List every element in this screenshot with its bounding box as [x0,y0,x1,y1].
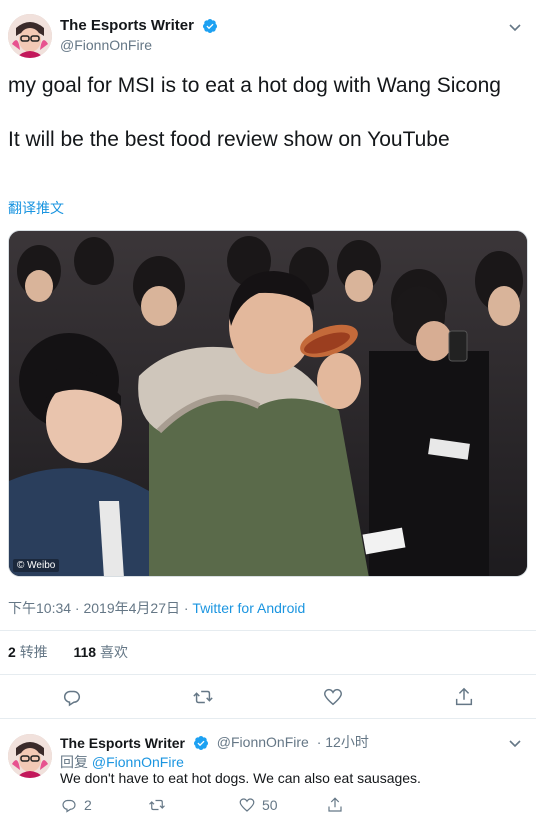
divider [0,718,536,719]
reply-author-name[interactable]: The Esports Writer [60,735,185,751]
tweet-text-line: my goal for MSI is to eat a hot dog with… [8,74,501,97]
reply-share-button[interactable] [326,794,350,815]
reply-icon [62,799,76,813]
reply-icon[interactable] [61,686,83,708]
retweet-count[interactable]: 2 [8,644,16,660]
retweet-icon [149,799,165,811]
avatar[interactable] [8,14,52,58]
author-handle[interactable]: @FionnOnFire [60,37,218,53]
like-icon[interactable] [322,686,344,708]
share-icon [328,797,342,812]
reply-reply-count: 2 [84,797,92,813]
reply-time[interactable]: · 12小时 [317,734,369,750]
divider [0,630,536,631]
reply-text: We don't have to eat hot dogs. We can al… [60,770,421,786]
author-block[interactable]: The Esports Writer @FionnOnFire [60,17,218,53]
tweet-header: The Esports Writer @FionnOnFire [8,14,528,62]
reply-to-label: 回复 [60,754,92,770]
reply-header: The Esports Writer @FionnOnFire · 12小时 [60,732,369,752]
timestamp-text[interactable]: 下午10:34 · 2019年4月27日 · [8,600,192,616]
chevron-down-icon[interactable] [508,736,522,750]
reply-like-button[interactable]: 50 [238,794,278,815]
reply-action-bar: 2 50 [60,794,360,815]
tweet-photo[interactable]: © Weibo [8,230,528,577]
like-count[interactable]: 118 [73,644,96,660]
reply-tweet[interactable]: The Esports Writer @FionnOnFire · 12小时 回… [8,730,528,815]
tweet-text: my goal for MSI is to eat a hot dog with… [8,72,528,153]
avatar[interactable] [8,734,52,778]
author-display-name[interactable]: The Esports Writer [60,17,194,34]
verified-badge-icon [203,18,218,33]
tweet-stats: 2 转推 118 喜欢 [8,642,128,662]
like-icon [239,798,255,812]
reply-like-count: 50 [262,797,278,813]
like-label[interactable]: 喜欢 [100,644,128,660]
reply-reply-button[interactable]: 2 [60,794,92,815]
tweet-action-bar [0,686,536,710]
tweet-source[interactable]: Twitter for Android [192,600,305,616]
reply-to-line: 回复 @FionnOnFire [60,752,184,772]
tweet-timestamp: 下午10:34 · 2019年4月27日 · Twitter for Andro… [8,598,305,618]
photo-image [9,231,527,576]
reply-to-mention[interactable]: @FionnOnFire [92,754,184,770]
retweet-icon[interactable] [192,686,214,708]
translate-link[interactable]: 翻译推文 [8,198,64,218]
verified-badge-icon [193,736,208,751]
photo-watermark: © Weibo [13,559,60,572]
reply-author-handle[interactable]: @FionnOnFire [217,734,309,750]
divider [0,674,536,675]
tweet-text-line: It will be the best food review show on … [8,128,450,151]
retweet-label[interactable]: 转推 [20,644,48,660]
reply-retweet-button[interactable] [148,794,172,815]
chevron-down-icon[interactable] [508,20,522,34]
share-icon[interactable] [453,686,475,708]
